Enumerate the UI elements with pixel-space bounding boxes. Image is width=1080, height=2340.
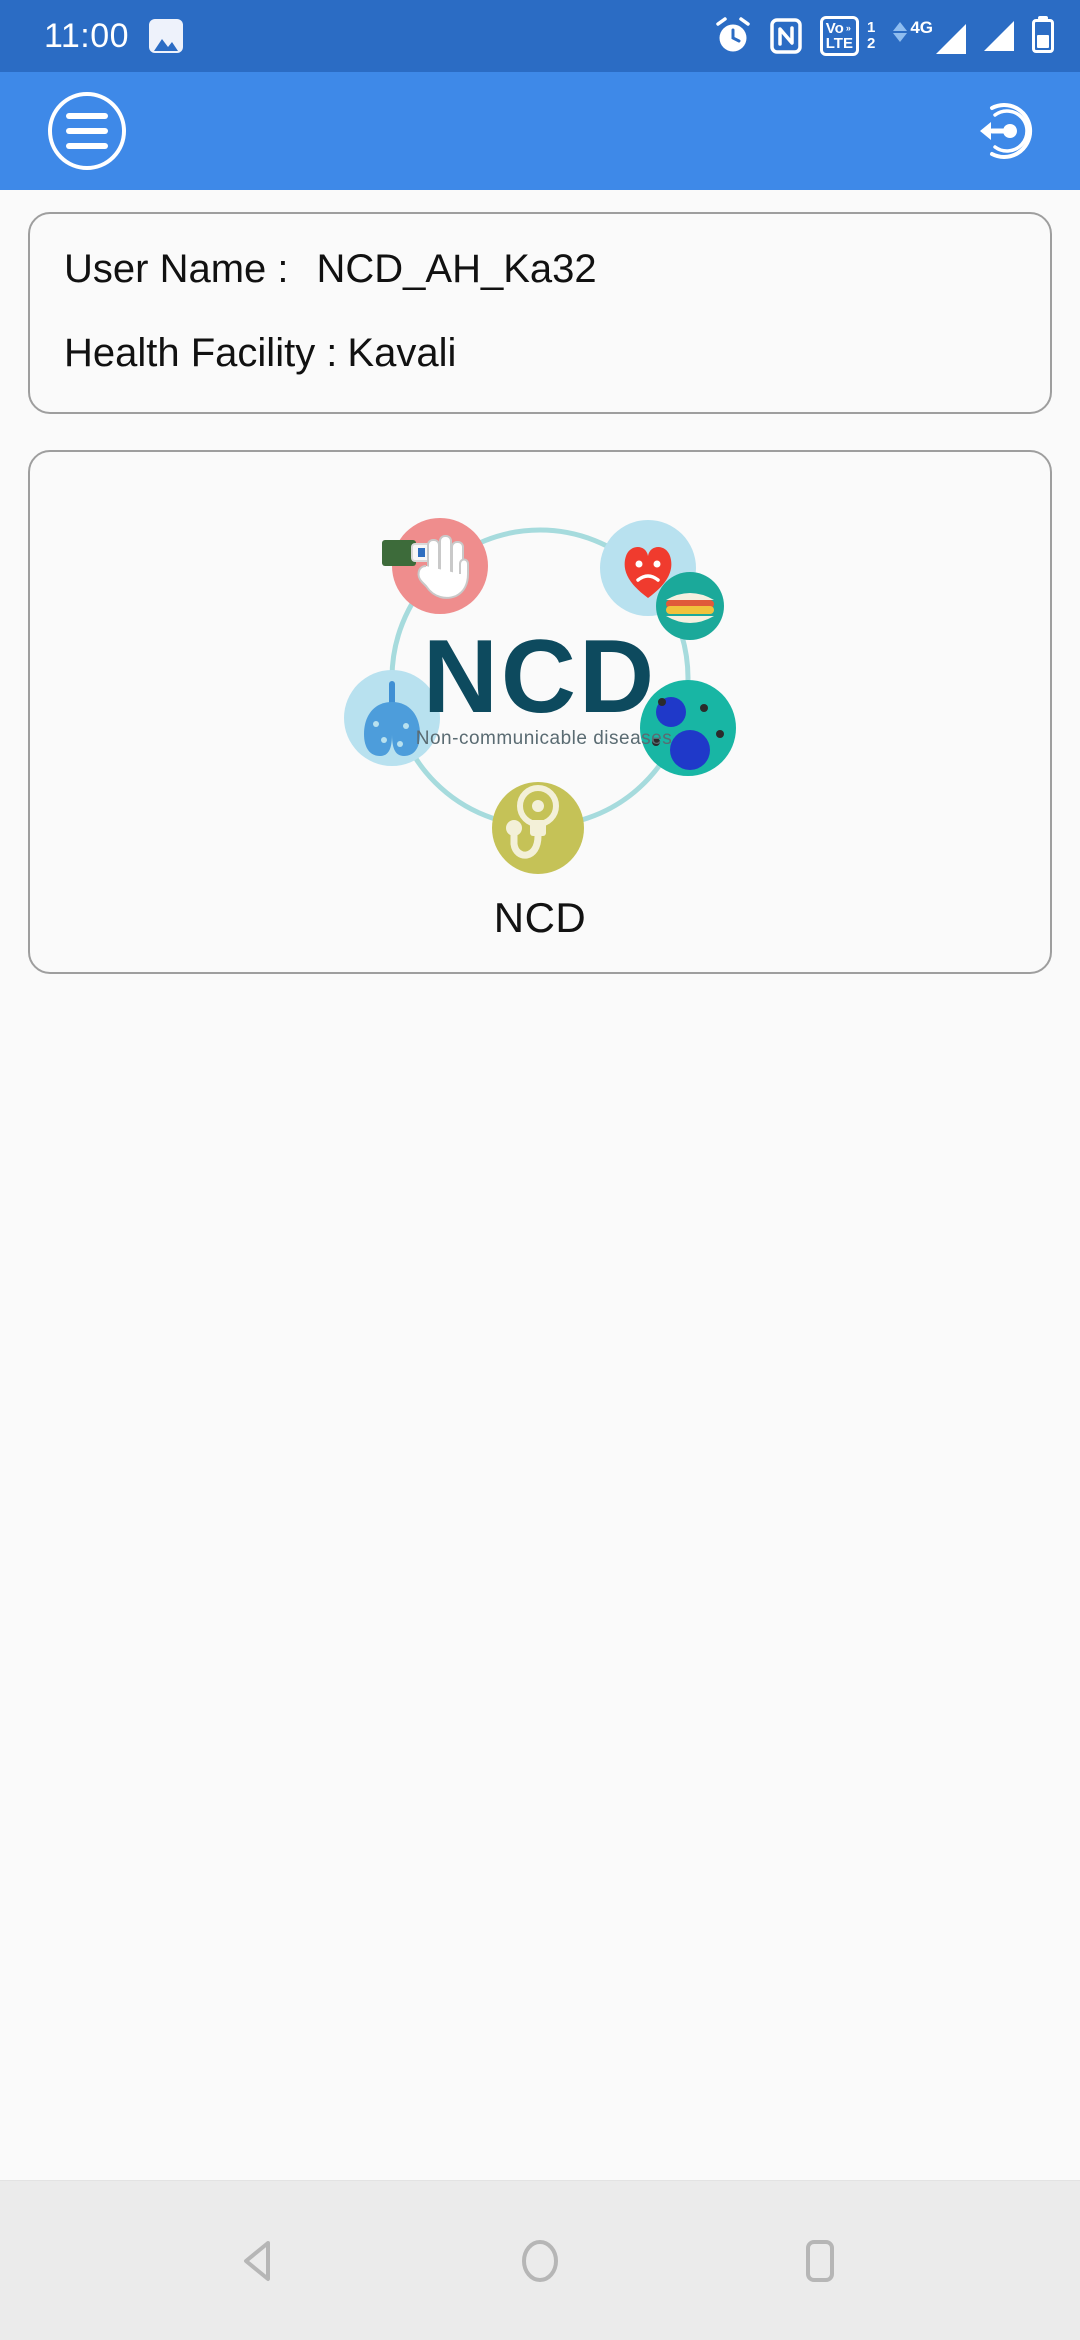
screenshot-image-icon: [149, 19, 184, 53]
logout-icon[interactable]: [962, 92, 1040, 170]
volte-vo-label: Vo: [825, 20, 844, 37]
home-button[interactable]: [480, 2201, 600, 2321]
user-name-value: NCD_AH_Ka32: [316, 247, 597, 291]
battery-icon: [1032, 19, 1054, 53]
alarm-clock-icon: [714, 17, 752, 55]
android-navigation-bar: [0, 2180, 1080, 2340]
ncd-logo-title: NCD: [423, 619, 657, 735]
health-facility-label: Health Facility :: [64, 331, 338, 375]
status-bar-left: 11:00: [44, 17, 184, 55]
health-facility-value: Kavali: [347, 331, 457, 375]
status-bar-right: Vo» LTE 1 2 4G: [714, 16, 1054, 56]
user-name-row: User Name : NCD_AH_Ka32: [64, 244, 1016, 294]
recents-button[interactable]: [760, 2201, 880, 2321]
sim-2-label: 2: [866, 35, 876, 52]
status-bar-clock: 11:00: [44, 17, 130, 55]
back-button[interactable]: [200, 2201, 320, 2321]
nfc-icon: [770, 18, 802, 54]
signal-strength-icon: [984, 21, 1014, 51]
ncd-tile-label: NCD: [493, 894, 587, 941]
mobile-data-4g-icon: 4G: [893, 19, 966, 54]
user-info-card: User Name : NCD_AH_Ka32 Health Facility …: [28, 212, 1052, 414]
app-screen: 11:00 Vo » LTE 1 2 4G User Name: NCD_AH…: [0, 0, 1080, 2340]
stethoscope-icon: [492, 782, 584, 874]
signal-triangle-1: [936, 23, 966, 54]
volte-icon: Vo» LTE: [819, 16, 859, 56]
data-transfer-arrows-icon: [893, 21, 908, 42]
health-facility-row: Health Facility : Kavali: [64, 328, 1016, 378]
status-bar: 11:00 Vo » LTE 1 2 4G: [0, 0, 1080, 72]
ncd-logo-subtitle: Non-communicable diseases: [416, 728, 672, 749]
user-name-label: User Name :: [64, 247, 289, 291]
network-generation-label: 4G: [910, 17, 933, 37]
unhealthy-food-icon: [656, 572, 724, 640]
no-smoking-hand-icon: [382, 518, 488, 614]
sim-1-label: 1: [866, 19, 876, 37]
volte-sim-numbers: 1 2: [865, 20, 875, 52]
ncd-logo: NCD Non-communicable diseases: [330, 488, 750, 888]
hamburger-menu-icon[interactable]: [48, 92, 126, 170]
app-bar: [0, 72, 1080, 190]
volte-lte-label: LTE: [825, 35, 853, 52]
main-content: User Name : NCD_AH_Ka32 Health Facility …: [0, 190, 1080, 2180]
ncd-module-tile[interactable]: NCD Non-communicable diseases NCD: [28, 450, 1052, 974]
